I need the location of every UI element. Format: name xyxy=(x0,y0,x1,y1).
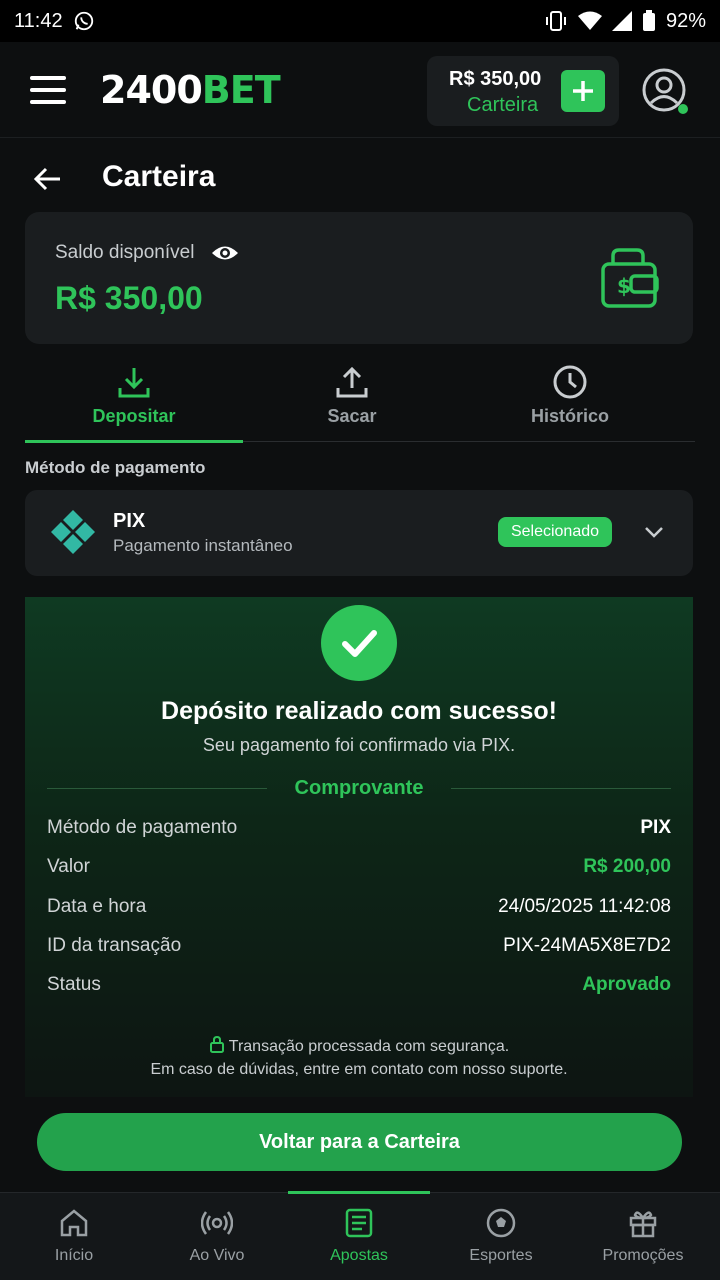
home-icon xyxy=(60,1209,88,1237)
receipt-header: Comprovante xyxy=(47,777,671,801)
sports-icon xyxy=(486,1208,516,1238)
receipt-key: ID da transação xyxy=(47,935,182,956)
user-icon xyxy=(642,68,688,114)
status-value: Aprovado xyxy=(582,974,671,995)
payment-method-label: Método de pagamento xyxy=(25,458,206,477)
menu-icon[interactable] xyxy=(30,76,66,104)
upload-icon xyxy=(336,366,368,398)
svg-text:$: $ xyxy=(617,274,631,298)
clock-time: 11:42 xyxy=(14,9,63,32)
nav-label: Apostas xyxy=(330,1247,388,1264)
bottom-navigation: Início Ao Vivo Apostas Esportes Promoçõe… xyxy=(0,1191,720,1280)
receipt-row: Método de pagamento PIX xyxy=(47,817,671,843)
whatsapp-icon xyxy=(74,11,93,31)
receipt-value: 24/05/2025 11:42:08 xyxy=(498,896,671,917)
back-to-wallet-button[interactable]: Voltar para a Carteira xyxy=(37,1113,682,1171)
vibrate-icon xyxy=(545,11,566,31)
live-icon xyxy=(201,1211,233,1235)
payment-method-description: Pagamento instantâneo xyxy=(113,536,293,555)
header-balance: R$ 350,00 xyxy=(449,68,542,90)
success-subtitle: Seu pagamento foi confirmado via PIX. xyxy=(202,735,516,755)
receipt-value: R$ 200,00 xyxy=(583,856,671,877)
nav-promocoes[interactable]: Promoções xyxy=(571,1193,715,1280)
secure-text: Transação processada com segurança. xyxy=(228,1038,510,1055)
tab-label: Sacar xyxy=(327,406,377,426)
tab-historico[interactable]: Histórico xyxy=(461,360,679,442)
battery-level: 92% xyxy=(665,9,706,32)
status-bar: 11:42 92% xyxy=(0,0,720,42)
receipt-key: Status xyxy=(47,974,101,995)
nav-label: Ao Vivo xyxy=(189,1247,245,1264)
back-arrow-icon[interactable] xyxy=(32,164,62,194)
nav-esportes[interactable]: Esportes xyxy=(429,1193,573,1280)
profile-button[interactable] xyxy=(642,68,688,114)
pix-logo-icon xyxy=(51,510,95,554)
deposit-success-panel: Depósito realizado com sucesso! Seu paga… xyxy=(25,597,693,1097)
header-wallet-label: Carteira xyxy=(467,94,539,116)
app-header: 2400BET R$ 350,00 Carteira xyxy=(0,42,720,138)
lock-icon xyxy=(209,1035,224,1053)
plus-icon xyxy=(573,81,593,101)
payment-method-name: PIX xyxy=(113,510,146,532)
receipt-row: Data e hora 24/05/2025 11:42:08 xyxy=(47,896,671,922)
add-funds-button[interactable] xyxy=(561,70,605,112)
nav-label: Esportes xyxy=(469,1247,533,1264)
eye-icon[interactable] xyxy=(211,240,239,266)
page-title: Carteira xyxy=(102,160,216,193)
gift-icon xyxy=(629,1211,657,1238)
nav-label: Início xyxy=(54,1247,94,1264)
nav-inicio[interactable]: Início xyxy=(2,1193,146,1280)
receipt-key: Data e hora xyxy=(47,896,147,917)
header-balance-pill[interactable]: R$ 350,00 Carteira xyxy=(427,56,619,126)
balance-card: Saldo disponível R$ 350,00 $ xyxy=(25,212,693,344)
support-text: Em caso de dúvidas, entre em contato com… xyxy=(150,1061,568,1078)
payment-method-selector[interactable]: PIX Pagamento instantâneo Selecionado xyxy=(25,490,693,576)
chevron-down-icon[interactable] xyxy=(642,520,666,544)
tab-sacar[interactable]: Sacar xyxy=(243,360,461,442)
tab-depositar[interactable]: Depositar xyxy=(25,360,243,443)
receipt-key: Valor xyxy=(47,856,90,877)
bets-icon xyxy=(345,1208,373,1238)
receipt-row: ID da transação PIX-24MA5X8E7D2 xyxy=(47,935,671,961)
nav-ao-vivo[interactable]: Ao Vivo xyxy=(145,1193,289,1280)
receipt-row: Valor R$ 200,00 xyxy=(47,856,671,882)
download-icon xyxy=(118,368,150,398)
nav-apostas[interactable]: Apostas xyxy=(287,1193,431,1280)
receipt-row: Status Aprovado xyxy=(47,974,671,1000)
signal-icon xyxy=(611,11,632,31)
wifi-icon xyxy=(577,11,602,30)
tab-label: Depositar xyxy=(92,406,176,426)
tab-label: Histórico xyxy=(530,406,609,426)
balance-label: Saldo disponível xyxy=(55,242,195,263)
page-header: Carteira xyxy=(0,148,720,208)
balance-amount: R$ 350,00 xyxy=(55,280,203,316)
clock-icon xyxy=(553,365,587,399)
brand-logo[interactable]: 2400BET xyxy=(100,68,281,112)
success-check-icon xyxy=(321,605,397,681)
nav-label: Promoções xyxy=(602,1247,684,1264)
secure-note: Transação processada com segurança. xyxy=(25,1035,693,1056)
receipt-key: Método de pagamento xyxy=(47,817,238,838)
receipt-value: PIX xyxy=(640,817,671,838)
success-title: Depósito realizado com sucesso! xyxy=(161,697,557,725)
wallet-money-icon: $ xyxy=(601,248,659,308)
battery-icon xyxy=(642,10,655,31)
selected-badge: Selecionado xyxy=(498,517,612,547)
receipt-value[interactable]: PIX-24MA5X8E7D2 xyxy=(503,935,671,957)
wallet-tabs: Depositar Sacar Histórico xyxy=(25,360,695,443)
